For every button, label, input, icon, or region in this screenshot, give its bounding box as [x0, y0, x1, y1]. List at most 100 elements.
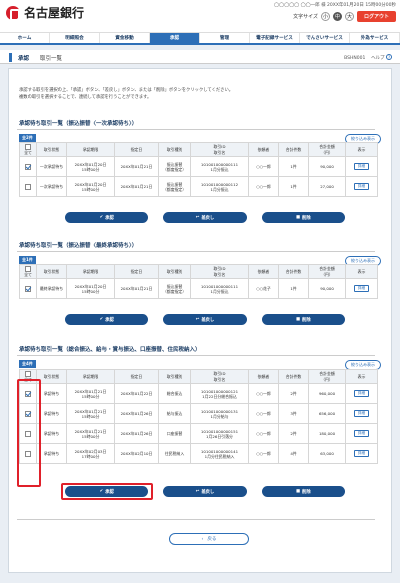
column-header: 合計件数	[278, 142, 309, 157]
cell-type: 住民税納入	[158, 443, 191, 464]
return-icon: ↩	[195, 215, 200, 220]
approve-button[interactable]: ✔ 承認	[65, 314, 149, 325]
cell-type-text: 住民税納入	[164, 451, 185, 456]
delete-button[interactable]: ■ 削除	[261, 212, 345, 223]
cell-status-text: 最終承認待ち	[39, 286, 64, 291]
cell-amount: 656,000	[308, 403, 346, 424]
detail-button[interactable]: 詳細	[353, 390, 370, 397]
detail-button[interactable]: 詳細	[353, 410, 370, 417]
cell-deadline: 20XX年01月21日 15時00分	[66, 383, 115, 404]
detail-button[interactable]: 詳細	[353, 450, 370, 457]
approve-button[interactable]: ✔ 承認	[65, 212, 149, 223]
row-checkbox[interactable]	[25, 183, 31, 190]
cell-date-text: 20XX年01月26日	[120, 411, 153, 416]
nav-e-record[interactable]: 電子記録サービス	[250, 33, 300, 43]
select-all-checkbox[interactable]	[25, 370, 31, 377]
cell-type: 口座振替	[158, 423, 191, 444]
count-badge: 全2件	[19, 134, 36, 142]
cell-deadline: 20XX年02月03日 17時00分	[66, 443, 115, 464]
font-size-medium[interactable]: 中	[332, 12, 342, 21]
cell-status-text: 承認待ち	[43, 431, 60, 436]
check-icon: ✔	[99, 317, 104, 322]
table-row: 承認待ち 20XX年01月21日 15時00分 20XX年01月26日 口座振替 1010…	[19, 423, 378, 444]
nav-home[interactable]: ホーム	[0, 33, 50, 43]
cell-amount: 27,000	[308, 176, 346, 197]
cell-type-text: （都度指定）	[162, 186, 187, 192]
cell-type-text: 口座振替	[166, 431, 183, 436]
cell-type: 給与振込	[158, 403, 191, 424]
help-link[interactable]: ヘルプ	[371, 56, 385, 61]
cell-detail: 詳細	[345, 383, 378, 404]
detail-button[interactable]: 詳細	[353, 285, 370, 292]
nav-admin[interactable]: 管理	[200, 33, 250, 43]
cell-deadline: 20XX年01月20日 15時00分	[66, 156, 115, 177]
font-size-large[interactable]: 大	[344, 12, 354, 21]
detail-button[interactable]: 詳細	[353, 183, 370, 190]
column-header: 取引ID 取引名	[190, 142, 249, 157]
bank-name: 名古屋銀行	[24, 6, 85, 20]
approve-label: 承認	[105, 317, 114, 323]
cell-detail: 詳細	[345, 176, 378, 197]
cell-count: 1件	[278, 278, 309, 299]
cell-date: 20XX年01月21日	[114, 278, 159, 299]
column-header: 取引ID 取引名	[190, 264, 249, 279]
nav-transfer[interactable]: 資金移動	[100, 33, 150, 43]
font-size-small[interactable]: 小	[320, 12, 330, 21]
detail-button[interactable]: 詳細	[353, 430, 370, 437]
select-all-checkbox[interactable]	[25, 265, 31, 272]
transactions-table: 全て 取引状態 承認期限 指定日 取引種別 取引ID 取引名 依頼者 合計件数 合計金額 （円） 表示…	[19, 142, 378, 197]
column-header-label: 取引名	[213, 376, 226, 382]
cell-requester-text: ○○一郎	[256, 164, 271, 169]
reject-button[interactable]: ↩ 差戻し	[163, 486, 247, 497]
column-header-label: 承認期限	[82, 268, 99, 274]
reject-label: 差戻し	[201, 317, 215, 323]
select-all-label: 全て	[24, 271, 32, 277]
bank-logo-icon	[6, 5, 20, 21]
footer	[0, 574, 400, 583]
cell-requester: ○○一郎	[248, 156, 279, 177]
divider	[17, 129, 375, 130]
nav-forex[interactable]: 外為サービス	[350, 33, 400, 43]
cell-requester-text: ○○一郎	[256, 451, 271, 456]
row-checkbox[interactable]	[25, 163, 31, 170]
column-header-label: 承認期限	[82, 373, 99, 379]
column-header-label: 取引名	[213, 271, 226, 277]
count-badge: 全1件	[19, 256, 36, 264]
reject-label: 差戻し	[201, 489, 215, 495]
reject-button[interactable]: ↩ 差戻し	[163, 212, 247, 223]
cell-detail: 詳細	[345, 156, 378, 177]
cell-amount-text: 90,000	[320, 164, 334, 169]
reject-button[interactable]: ↩ 差戻し	[163, 314, 247, 325]
sub-header-right: BSHN001 ヘルプ ?	[344, 54, 392, 61]
nav-densai[interactable]: でんさいサービス	[300, 33, 350, 43]
nav-statements[interactable]: 明細照会	[50, 33, 100, 43]
cell-id: 101001000000111 1月分振込	[190, 156, 249, 177]
cell-id: 101001000000141 1月分住民税納入	[190, 443, 249, 464]
intro-line-2: 複数の取引を選択することで、連続して承認を行うことができます。	[19, 95, 152, 100]
user-info: ◯◯◯◯◯ ◯◯一郎 様 20XX年01月20日 15時00分00秒	[274, 3, 396, 8]
bank-logo[interactable]: 名古屋銀行	[6, 5, 85, 21]
cell-detail: 詳細	[345, 443, 378, 464]
row-checkbox[interactable]	[25, 285, 31, 292]
column-header: 取引状態	[36, 369, 67, 384]
cell-date: 20XX年01月21日	[114, 156, 159, 177]
nav-approval[interactable]: 承認	[150, 33, 200, 43]
help-icon[interactable]: ?	[386, 54, 392, 60]
column-header: 承認期限	[66, 369, 115, 384]
detail-button[interactable]: 詳細	[353, 163, 370, 170]
delete-button[interactable]: ■ 削除	[261, 486, 345, 497]
cell-amount: 90,000	[308, 278, 346, 299]
back-button[interactable]: ‹ 戻る	[169, 533, 249, 545]
delete-button[interactable]: ■ 削除	[261, 314, 345, 325]
cell-status: 一次承認待ち	[36, 176, 67, 197]
select-all-checkbox[interactable]	[25, 143, 31, 150]
column-header-label: 取引状態	[43, 268, 60, 274]
section-title: 承認待ち取引一覧（振込振替〈最終承認待ち〉）	[19, 243, 138, 249]
table-row: 一次承認待ち 20XX年01月20日 15時00分 20XX年01月21日 振込振替 （都…	[19, 156, 378, 177]
logout-button[interactable]: ログアウト	[356, 11, 396, 22]
table-row: 承認待ち 20XX年02月03日 17時00分 20XX年02月10日 住民税納入 101…	[19, 443, 378, 464]
cell-id-text: 1月26日引落分	[206, 433, 233, 439]
column-header: 合計件数	[278, 264, 309, 279]
table-header-row: 全て 取引状態 承認期限 指定日 取引種別 取引ID 取引名 依頼者 合計件数 合計金額 （円） 表示	[19, 142, 378, 157]
cell-amount-text: 180,000	[318, 431, 336, 436]
